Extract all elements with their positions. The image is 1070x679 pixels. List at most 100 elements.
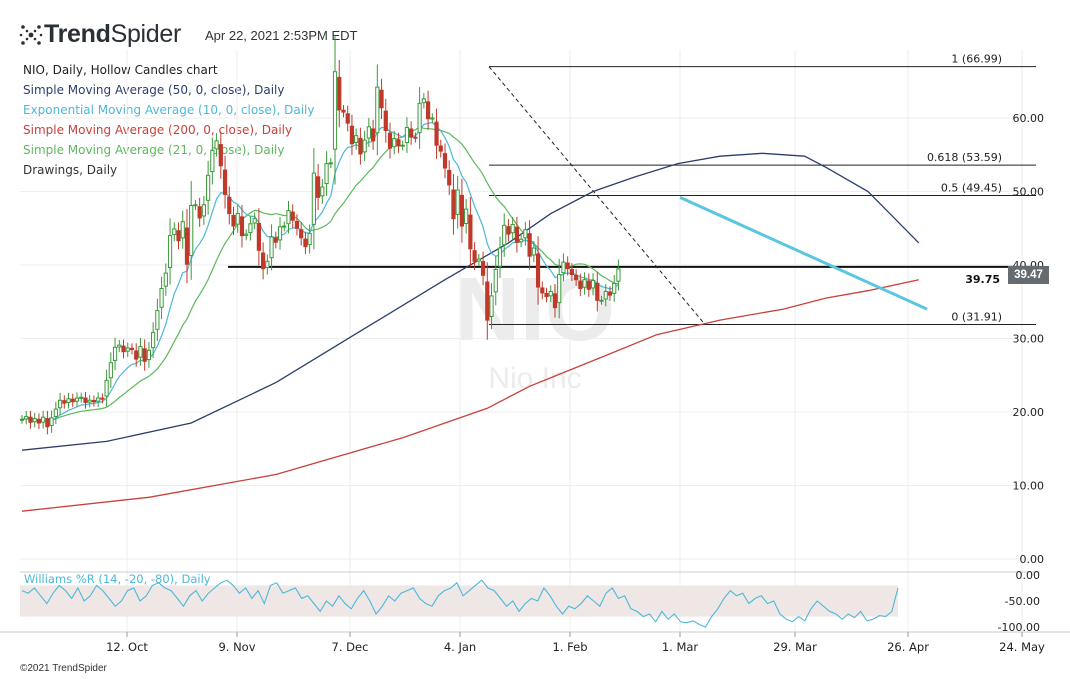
candle-body: [392, 138, 397, 148]
x-tick-label: 7. Dec: [332, 640, 369, 654]
candle-body: [379, 89, 384, 109]
candle-body: [201, 204, 206, 217]
y-tick-label: 30.00: [1013, 333, 1045, 346]
candle-body: [79, 396, 84, 399]
candle-body: [163, 272, 168, 287]
price-chart[interactable]: NIONio Inc 1 (66.99) 0.618 (53.59) 0.5 (49.…: [0, 0, 1070, 679]
x-tick-label: 26. Apr: [887, 640, 929, 654]
candle-body: [417, 102, 422, 134]
candle-body: [62, 400, 67, 404]
candle-body: [362, 139, 367, 153]
candle-body: [184, 227, 190, 265]
candle-body: [328, 162, 333, 165]
candle-body: [447, 170, 452, 186]
candle-body: [421, 98, 426, 104]
wr-label: Williams %R (14, -20, -80), Daily: [24, 572, 211, 586]
candle-body: [193, 204, 198, 207]
candle-body: [540, 287, 545, 294]
candle-body: [197, 206, 202, 219]
candle-body: [544, 292, 549, 298]
candle-body: [607, 291, 613, 296]
fib-label-0: 1 (66.99): [951, 53, 1002, 66]
wr-band: [20, 585, 898, 617]
candle-body: [434, 121, 439, 146]
candle-body: [235, 213, 240, 225]
candle-body: [74, 397, 80, 402]
candle-body: [108, 362, 113, 379]
candle-body: [28, 416, 33, 423]
candle-body: [49, 417, 54, 426]
candle-body: [345, 113, 350, 124]
candle-body: [167, 235, 173, 268]
x-tick-label: 1. Mar: [662, 640, 699, 654]
candle-body: [252, 218, 257, 224]
candle-body: [36, 418, 42, 424]
candle-body: [548, 290, 553, 297]
candle-body: [70, 398, 75, 403]
candle-body: [552, 293, 558, 309]
candle-body: [455, 189, 460, 215]
wr-tick-label: 0.00: [1016, 569, 1041, 582]
candle-body: [311, 172, 316, 225]
x-tick-label: 24. May: [999, 640, 1045, 654]
candle-body: [485, 281, 490, 321]
candle-body: [265, 260, 270, 269]
candle-body: [586, 280, 591, 290]
candle-body: [125, 347, 130, 352]
candle-body: [472, 250, 477, 262]
candle-body: [612, 282, 617, 294]
watermark-name: Nio Inc: [488, 362, 581, 395]
candle-body: [595, 282, 600, 301]
candle-body: [307, 232, 312, 246]
support-label: 39.75: [965, 273, 1000, 286]
watermark-symbol: NIO: [455, 260, 615, 360]
candle-body: [282, 225, 287, 228]
candle-body: [510, 224, 515, 234]
candle-body: [430, 117, 435, 120]
candle-body: [480, 261, 486, 276]
candle-body: [370, 128, 376, 142]
candle-body: [565, 262, 570, 270]
copyright: ©2021 TrendSpider: [20, 663, 107, 674]
candle-body: [464, 208, 469, 225]
candle-body: [134, 350, 139, 360]
candle-body: [172, 228, 177, 236]
candle-body: [459, 194, 465, 227]
candle-body: [294, 220, 300, 229]
candle-body: [32, 418, 37, 423]
candle-body: [497, 247, 503, 267]
candle-body: [303, 238, 308, 248]
x-tick-label: 9. Nov: [218, 640, 255, 654]
candle-body: [493, 268, 498, 293]
candle-body: [366, 126, 371, 139]
candle-body: [206, 174, 211, 201]
candle-body: [286, 210, 291, 225]
candle-body: [256, 222, 261, 251]
candle-body: [354, 135, 359, 144]
candle-body: [561, 261, 566, 274]
candle-body: [519, 238, 524, 243]
candle-body: [214, 140, 219, 150]
candle-body: [53, 408, 58, 418]
candle-body: [142, 348, 147, 362]
candle-body: [616, 268, 621, 282]
candle-body: [100, 397, 105, 400]
candle-body: [582, 279, 587, 288]
candle-body: [396, 139, 401, 147]
candle-body: [155, 310, 160, 330]
candle-body: [535, 253, 541, 288]
candle-body: [599, 299, 604, 302]
candle-body: [189, 204, 194, 256]
candle-body: [248, 223, 253, 234]
candle-body: [87, 399, 92, 403]
candle-body: [239, 216, 245, 237]
y-tick-label: 50.00: [1013, 186, 1045, 199]
candle-body: [506, 226, 511, 235]
wr-tick-label: -50.00: [1005, 595, 1040, 608]
candle-body: [502, 224, 507, 246]
candle-body: [24, 415, 29, 420]
candle-body: [337, 76, 342, 111]
candle-body: [66, 398, 71, 404]
y-tick-label: 60.00: [1013, 112, 1045, 125]
candle-body: [409, 128, 414, 138]
